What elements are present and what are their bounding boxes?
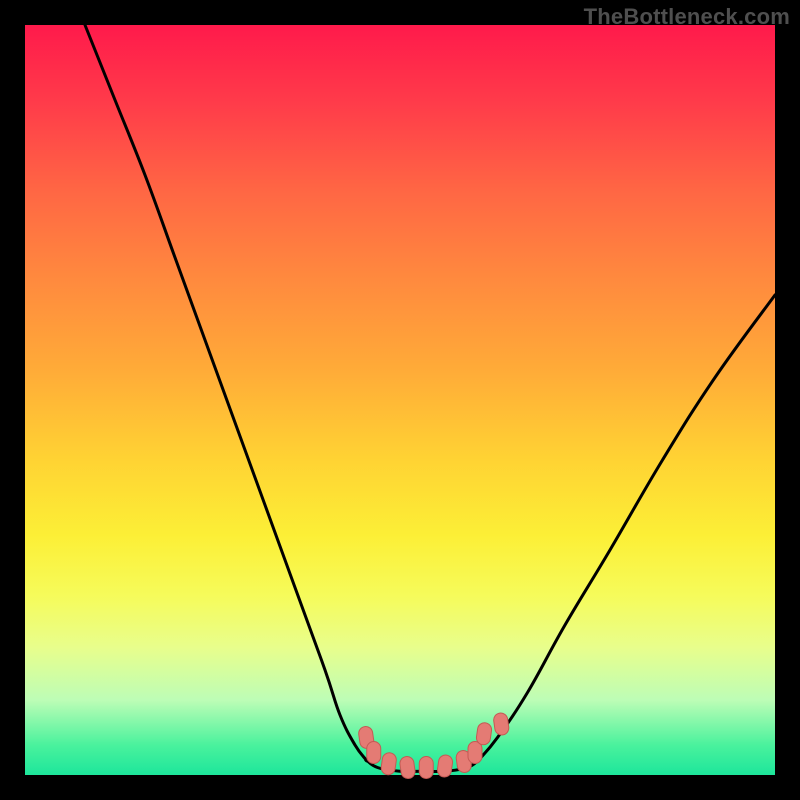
data-marker (367, 742, 381, 764)
data-marker (476, 722, 493, 746)
data-marker (399, 756, 416, 780)
curve-group (85, 25, 775, 772)
data-marker (437, 754, 454, 778)
chart-svg (25, 25, 775, 775)
plot-area (25, 25, 775, 775)
data-marker (468, 742, 482, 764)
watermark-text: TheBottleneck.com (584, 4, 790, 30)
chart-frame: TheBottleneck.com (0, 0, 800, 800)
bottleneck-curve (85, 25, 775, 772)
data-marker (493, 712, 510, 736)
data-marker (419, 757, 433, 779)
